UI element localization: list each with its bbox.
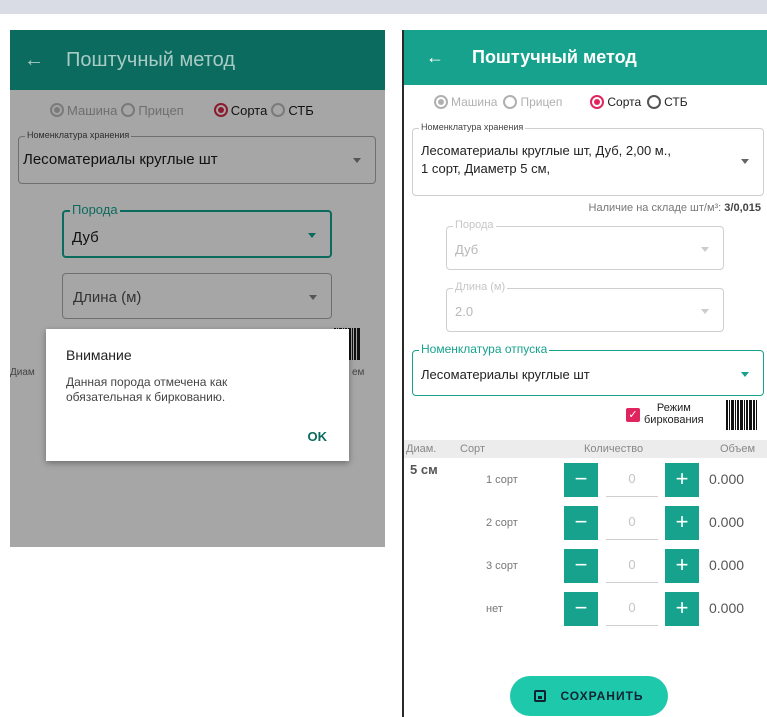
- save-button[interactable]: СОХРАНИТЬ: [510, 676, 668, 716]
- right-radio-group: Машина Прицеп Сорта СТБ: [434, 90, 694, 114]
- length-select: Длина (м) 2.0: [446, 281, 724, 332]
- dialog-title: Внимание: [66, 347, 132, 363]
- table-row: нет − 0 + 0.000: [404, 592, 767, 626]
- field-label: Номенклатура отпуска: [419, 342, 550, 356]
- chevron-down-icon: [701, 247, 709, 252]
- quantity-input[interactable]: 0: [606, 506, 658, 540]
- table-header-volume-partial: ем: [352, 367, 365, 378]
- radio-on-icon: [50, 103, 64, 117]
- field-label: Порода: [70, 202, 120, 217]
- minus-button[interactable]: −: [564, 549, 598, 583]
- storage-nomenclature-select[interactable]: Номенклатура хранения Лесоматериалы круг…: [18, 130, 376, 184]
- floppy-disk-icon: [534, 690, 547, 702]
- plus-button[interactable]: +: [665, 463, 699, 497]
- tagging-mode-label: Режим биркования: [644, 402, 704, 426]
- tagging-mode-checkbox[interactable]: ✓: [626, 408, 640, 422]
- header-diam: Диам.: [406, 443, 437, 455]
- table-row: 2 сорт − 0 + 0.000: [404, 506, 767, 540]
- radio-pricep[interactable]: Прицеп: [121, 103, 184, 118]
- minus-button[interactable]: −: [564, 592, 598, 626]
- length-select[interactable]: Длина (м): [62, 273, 332, 319]
- species-select[interactable]: Порода Дуб: [62, 202, 332, 258]
- save-button-label: СОХРАНИТЬ: [560, 689, 644, 703]
- right-screen: ← Поштучный метод Машина Прицеп Сорта СТ…: [402, 30, 767, 717]
- left-radio-group: Машина Прицеп Сорта СТБ: [10, 90, 385, 130]
- barcode-icon[interactable]: [726, 400, 758, 430]
- radio-on-icon: [434, 95, 448, 109]
- radio-sorta[interactable]: Сорта: [590, 95, 641, 109]
- chevron-down-icon: [309, 295, 317, 300]
- volume-value: 0.000: [709, 600, 745, 616]
- field-value-line2: 1 сорт, Диаметр 5 см,: [421, 161, 551, 176]
- volume-value: 0.000: [709, 557, 745, 573]
- table-header-diam-partial: Диам: [10, 367, 35, 378]
- radio-off-icon: [121, 103, 136, 117]
- top-strip: [0, 0, 767, 14]
- table-header: Диам. Сорт Количество Объем: [404, 440, 767, 458]
- field-value: Лесоматериалы круглые шт: [23, 151, 218, 168]
- minus-button[interactable]: −: [564, 506, 598, 540]
- attention-dialog: Внимание Данная порода отмечена как обяз…: [46, 329, 349, 461]
- field-value: Дуб: [72, 229, 99, 246]
- minus-button[interactable]: −: [564, 463, 598, 497]
- quantity-input[interactable]: 0: [606, 463, 658, 497]
- field-value: Лесоматериалы круглые шт: [421, 367, 590, 382]
- radio-stb[interactable]: СТБ: [271, 103, 314, 118]
- field-value: Дуб: [455, 242, 479, 257]
- header-volume: Объем: [720, 443, 756, 455]
- chevron-down-icon: [701, 309, 709, 314]
- plus-button[interactable]: +: [665, 506, 699, 540]
- field-label: Порода: [453, 219, 496, 231]
- radio-mashina[interactable]: Машина: [50, 103, 117, 118]
- left-app-bar: ← Поштучный метод: [10, 30, 385, 90]
- radio-stb[interactable]: СТБ: [647, 95, 688, 109]
- field-value-line1: Лесоматериалы круглые шт, Дуб, 2,00 м.,: [421, 143, 671, 158]
- chevron-down-icon: [741, 159, 749, 164]
- plus-button[interactable]: +: [665, 592, 699, 626]
- field-label: Номенклатура хранения: [419, 122, 526, 132]
- sort-label: 3 сорт: [486, 560, 518, 572]
- radio-sorta[interactable]: Сорта: [213, 103, 267, 118]
- volume-value: 0.000: [709, 514, 745, 530]
- species-select: Порода Дуб: [446, 219, 724, 270]
- release-nomenclature-select[interactable]: Номенклатура отпуска Лесоматериалы кругл…: [412, 342, 764, 396]
- quantity-input[interactable]: 0: [606, 592, 658, 626]
- chevron-down-icon: [353, 158, 361, 163]
- stock-value: 3/0,015: [724, 202, 761, 214]
- sort-label: нет: [486, 603, 503, 615]
- quantity-input[interactable]: 0: [606, 549, 658, 583]
- stock-info: Наличие на складе шт/м³: 3/0,015: [588, 202, 761, 214]
- plus-button[interactable]: +: [665, 549, 699, 583]
- back-arrow-icon[interactable]: ←: [426, 47, 450, 68]
- volume-value: 0.000: [709, 471, 745, 487]
- sort-label: 1 сорт: [486, 474, 518, 486]
- header-sort: Сорт: [460, 443, 485, 455]
- radio-mashina[interactable]: Машина: [434, 95, 497, 109]
- field-placeholder: Длина (м): [73, 289, 142, 306]
- back-arrow-icon[interactable]: ←: [24, 49, 54, 72]
- dialog-ok-button[interactable]: OK: [308, 429, 328, 444]
- left-screen: ← Поштучный метод Машина Прицеп Сорта СТ…: [10, 30, 385, 547]
- dialog-message: Данная порода отмечена как обязательная …: [66, 375, 228, 404]
- table-row: 3 сорт − 0 + 0.000: [404, 549, 767, 583]
- left-page-title: Поштучный метод: [66, 48, 235, 71]
- radio-off-icon: [271, 103, 286, 117]
- radio-off-icon: [503, 95, 518, 109]
- field-label: Номенклатура хранения: [25, 130, 132, 140]
- radio-on-icon: [213, 103, 228, 117]
- right-page-title: Поштучный метод: [472, 47, 637, 67]
- sort-label: 2 сорт: [486, 517, 518, 529]
- storage-nomenclature-select[interactable]: Номенклатура хранения Лесоматериалы круг…: [412, 122, 764, 196]
- radio-off-icon: [647, 95, 662, 109]
- field-label: Длина (м): [453, 281, 508, 293]
- radio-pricep[interactable]: Прицеп: [503, 95, 562, 109]
- chevron-down-icon: [308, 233, 316, 238]
- chevron-down-icon: [741, 372, 749, 377]
- right-app-bar: ← Поштучный метод: [404, 30, 767, 85]
- field-value: 2.0: [455, 304, 474, 319]
- table-row: 1 сорт − 0 + 0.000: [404, 463, 767, 497]
- header-qty: Количество: [584, 443, 644, 455]
- radio-on-icon: [590, 95, 605, 109]
